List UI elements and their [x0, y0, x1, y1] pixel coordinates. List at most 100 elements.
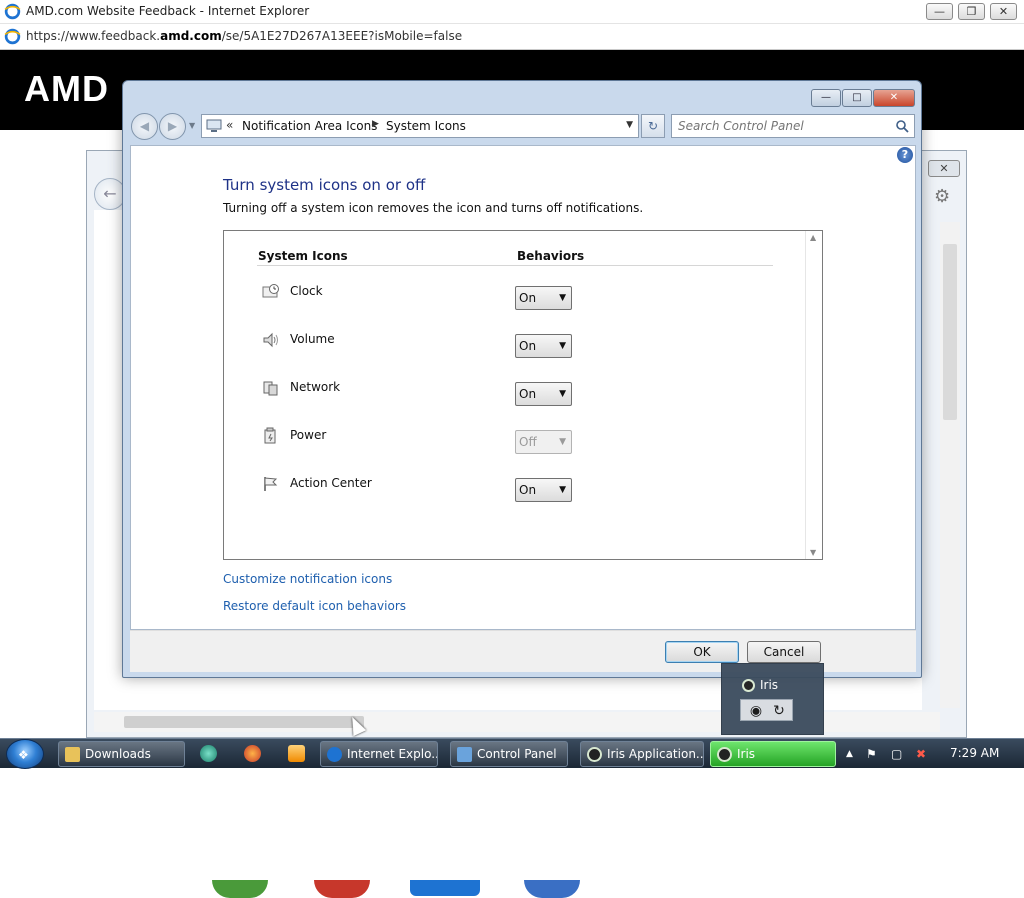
firefox-icon[interactable]	[244, 745, 261, 762]
ie-icon	[327, 747, 342, 762]
address-bar[interactable]: https://www.feedback.amd.com/se/5A1E27D2…	[0, 24, 1024, 50]
search-icon[interactable]	[895, 119, 909, 133]
chrome-logo-partial	[212, 880, 268, 898]
taskbar-item-internet-explorer[interactable]: Internet Explo...	[320, 741, 438, 767]
column-header-system-icons: System Icons	[258, 249, 348, 263]
behavior-select-clock[interactable]: On ▼	[515, 286, 572, 310]
control-panel-icon	[206, 119, 222, 132]
close-button[interactable]: ✕	[990, 3, 1017, 20]
cancel-button[interactable]: Cancel	[747, 641, 821, 663]
volume-icon	[263, 332, 278, 348]
chevron-down-icon: ▼	[559, 485, 566, 495]
close-button[interactable]: ✕	[873, 89, 915, 107]
start-button[interactable]: ❖	[6, 739, 44, 769]
folder-icon	[65, 747, 80, 762]
iris-app-icon	[742, 679, 755, 692]
breadcrumb-item[interactable]: System Icons	[386, 119, 466, 133]
iris-icon	[587, 747, 602, 762]
page-description: Turning off a system icon removes the ic…	[223, 201, 644, 215]
row-label-volume: Volume	[290, 332, 335, 346]
header-divider	[257, 265, 773, 266]
vertical-scrollbar[interactable]	[940, 222, 960, 708]
amd-logo: AMD	[24, 68, 109, 109]
scroll-down-icon[interactable]: ▼	[810, 548, 816, 557]
page-title: Turn system icons on or off	[223, 176, 426, 194]
ie-logo-icon	[4, 3, 21, 20]
behavior-select-action-center[interactable]: On ▼	[515, 478, 572, 502]
control-panel-icon	[457, 747, 472, 762]
ie-titlebar: AMD.com Website Feedback - Internet Expl…	[0, 0, 1024, 24]
breadcrumb-overflow-icon[interactable]: «	[226, 118, 233, 132]
recent-pages-dropdown-icon[interactable]: ▼	[189, 121, 195, 130]
behavior-select-network[interactable]: On ▼	[515, 382, 572, 406]
customize-notification-icons-link[interactable]: Customize notification icons	[223, 572, 392, 586]
list-scrollbar[interactable]: ▲ ▼	[805, 231, 822, 559]
column-header-behaviors: Behaviors	[517, 249, 585, 263]
url-text[interactable]: https://www.feedback.amd.com/se/5A1E27D2…	[26, 29, 462, 43]
taskbar: ❖ Downloads Internet Explo... Control Pa…	[0, 738, 1024, 769]
help-icon[interactable]: ?	[897, 147, 913, 163]
volume-muted-icon[interactable]: ✖	[916, 747, 926, 761]
maximize-button[interactable]: □	[842, 89, 872, 107]
window-controls: — □ ✕	[811, 89, 915, 107]
breadcrumb[interactable]: « Notification Area Icons ▶ System Icons…	[201, 114, 639, 138]
chevron-down-icon[interactable]: ▼	[626, 120, 633, 130]
control-panel-window: — □ ✕ ◀ ▶ ▼ « Notification Area Icons ▶ …	[122, 80, 922, 678]
minimize-button[interactable]: —	[926, 3, 953, 20]
chevron-down-icon: ▼	[559, 389, 566, 399]
taskbar-item-downloads[interactable]: Downloads	[58, 741, 185, 767]
behavior-select-power: Off ▼	[515, 430, 572, 454]
page-icon	[4, 28, 21, 45]
show-hidden-icons-icon[interactable]: ▲	[846, 749, 853, 759]
camera-icon[interactable]: ◉	[747, 702, 765, 720]
media-player-icon[interactable]	[288, 745, 305, 762]
network-icon	[263, 381, 278, 396]
flag-icon	[264, 477, 278, 491]
ie-window-title: AMD.com Website Feedback - Internet Expl…	[26, 4, 310, 18]
minimize-button[interactable]: —	[811, 89, 841, 107]
breadcrumb-separator-icon[interactable]: ▶	[372, 119, 379, 129]
taskbar-item-iris[interactable]: Iris	[710, 741, 836, 767]
iris-icon	[717, 747, 732, 762]
row-label-clock: Clock	[290, 284, 323, 298]
network-tray-icon[interactable]: ▢	[891, 747, 902, 761]
search-input[interactable]	[676, 117, 886, 135]
row-label-network: Network	[290, 380, 341, 394]
clock-icon	[262, 284, 279, 298]
restore-default-behaviors-link[interactable]: Restore default icon behaviors	[223, 599, 406, 613]
behavior-select-volume[interactable]: On ▼	[515, 334, 572, 358]
search-box[interactable]	[671, 114, 915, 138]
iris-taskbar-preview[interactable]: Iris ◉ ↻	[721, 663, 824, 735]
ok-button[interactable]: OK	[665, 641, 739, 663]
restore-button[interactable]: ❐	[958, 3, 985, 20]
chevron-down-icon: ▼	[559, 341, 566, 351]
back-button[interactable]: ◀	[131, 113, 158, 140]
power-icon	[264, 427, 276, 444]
hscroll-thumb[interactable]	[124, 716, 364, 728]
media-center-icon[interactable]	[200, 745, 217, 762]
action-center-flag-icon[interactable]: ⚑	[866, 747, 877, 761]
ie-logo-partial	[410, 880, 480, 896]
row-label-power: Power	[290, 428, 327, 442]
chevron-down-icon: ▼	[559, 437, 566, 447]
windows-logo-icon: ❖	[18, 748, 29, 762]
firefox-logo-partial	[314, 880, 370, 898]
scroll-thumb[interactable]	[943, 244, 957, 420]
content-pane: Turn system icons on or off Turning off …	[130, 145, 916, 630]
scroll-up-icon[interactable]: ▲	[810, 233, 816, 242]
safari-logo-partial	[524, 880, 580, 898]
refresh-button[interactable]: ↻	[641, 114, 665, 138]
frame-close-button[interactable]: ✕	[928, 160, 960, 177]
taskbar-item-control-panel[interactable]: Control Panel	[450, 741, 568, 767]
system-icons-list: System Icons Behaviors Clock On ▼ Volume	[223, 230, 823, 560]
gear-icon[interactable]: ⚙	[934, 186, 950, 207]
iris-preview-title: Iris	[760, 678, 779, 692]
forward-button[interactable]: ▶	[159, 113, 186, 140]
iris-toolbar: ◉ ↻	[740, 699, 793, 721]
breadcrumb-item[interactable]: Notification Area Icons	[242, 119, 377, 133]
clock[interactable]: 7:29 AM	[950, 746, 999, 760]
refresh-icon[interactable]: ↻	[770, 702, 788, 720]
row-label-action-center: Action Center	[290, 476, 372, 490]
taskbar-item-iris-application[interactable]: Iris Application...	[580, 741, 704, 767]
chevron-down-icon: ▼	[559, 293, 566, 303]
